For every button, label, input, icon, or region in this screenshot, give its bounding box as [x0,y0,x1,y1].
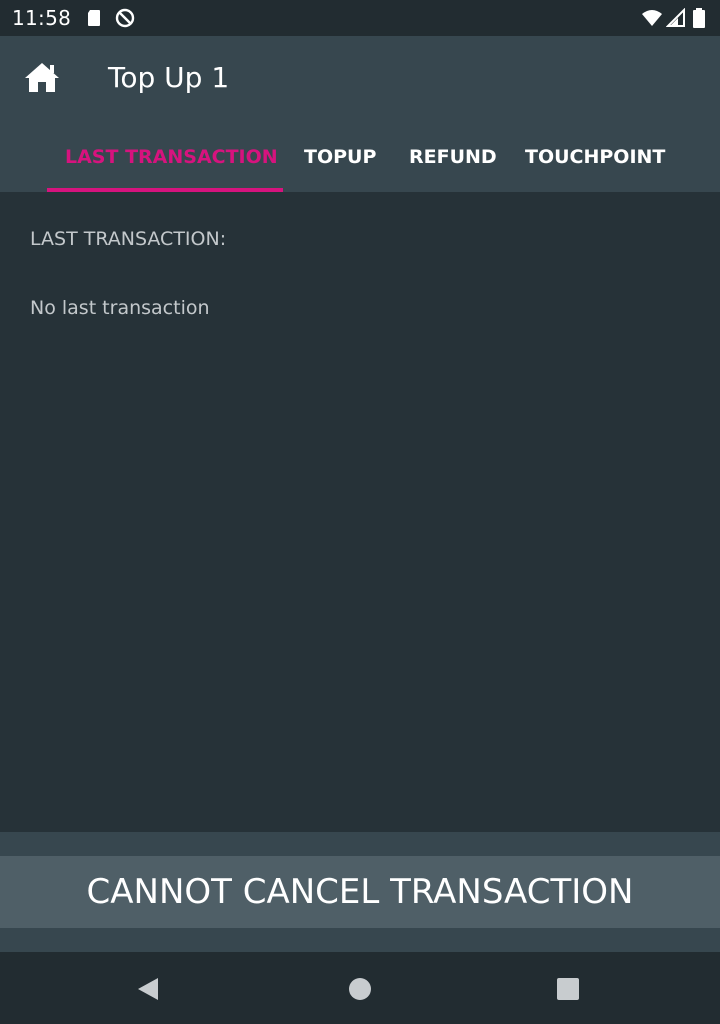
recents-icon[interactable] [555,976,581,1002]
back-icon[interactable] [136,976,162,1002]
section-label: LAST TRANSACTION: [30,228,227,250]
battery-icon [693,8,705,28]
tab-refund[interactable]: REFUND [409,146,497,168]
app-bar: Top Up 1 LAST TRANSACTION TOPUP REFUND T… [0,36,720,192]
sd-card-icon [88,10,100,26]
navigation-bar [0,952,720,1024]
empty-state-text: No last transaction [30,297,210,319]
tab-bar: LAST TRANSACTION TOPUP REFUND TOUCHPOINT [0,130,720,192]
cellular-signal-icon [666,8,685,27]
tab-last-transaction[interactable]: LAST TRANSACTION [65,146,278,168]
main-content: LAST TRANSACTION: No last transaction [0,192,720,832]
page-title: Top Up 1 [108,61,230,94]
home-icon[interactable] [24,60,60,96]
wifi-icon [642,10,662,26]
status-time: 11:58 [12,6,72,30]
cancel-transaction-button[interactable]: CANNOT CANCEL TRANSACTION [0,856,720,928]
tab-topup[interactable]: TOPUP [304,146,376,168]
status-bar: 11:58 [0,0,720,36]
tab-touchpoint[interactable]: TOUCHPOINT [525,146,665,168]
bottom-panel: CANNOT CANCEL TRANSACTION [0,832,720,952]
home-circle-icon[interactable] [347,976,373,1002]
do-not-disturb-icon [115,8,135,28]
screen: 11:58 Top Up 1 LAST TRANSACTION TOPUP RE… [0,0,720,1024]
